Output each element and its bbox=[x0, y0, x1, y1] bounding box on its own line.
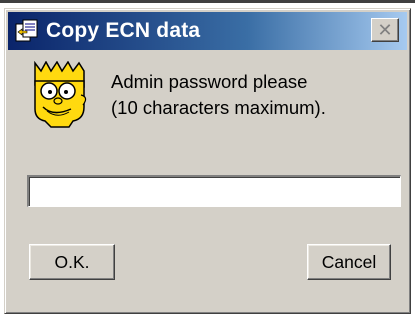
close-button[interactable]: ✕ bbox=[371, 18, 399, 42]
close-icon: ✕ bbox=[377, 20, 393, 40]
window-title: Copy ECN data bbox=[46, 19, 201, 42]
admin-password-input[interactable] bbox=[27, 175, 401, 207]
copy-document-icon bbox=[15, 19, 38, 42]
screen-top-edge bbox=[0, 0, 415, 3]
title-bar[interactable]: Copy ECN data ✕ bbox=[8, 12, 407, 50]
bart-simpson-icon bbox=[29, 61, 91, 129]
dialog-window: Copy ECN data ✕ Admin password please (1… bbox=[4, 8, 411, 314]
message-line-1: Admin password please bbox=[111, 71, 308, 92]
cancel-button[interactable]: Cancel bbox=[307, 244, 391, 280]
message-line-2: (10 characters maximum). bbox=[111, 97, 326, 118]
prompt-message: Admin password please (10 characters max… bbox=[111, 69, 326, 121]
ok-button[interactable]: O.K. bbox=[29, 244, 115, 280]
